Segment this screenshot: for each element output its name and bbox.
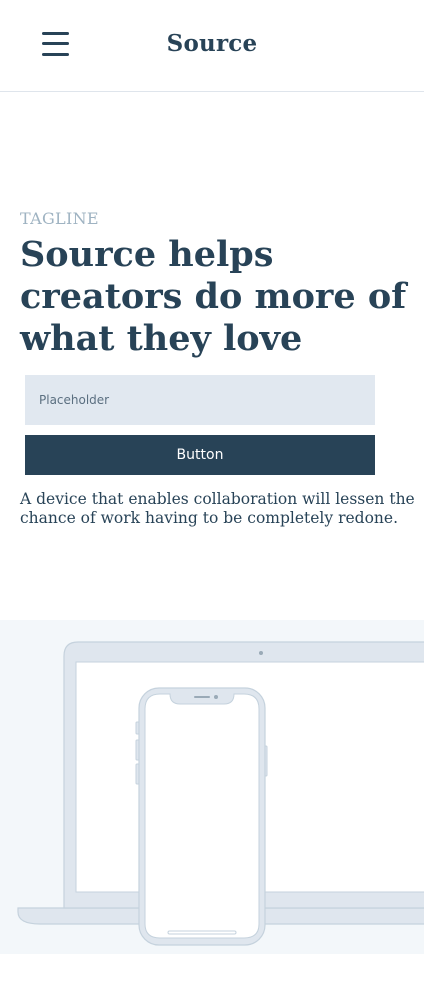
hero-tagline: TAGLINE	[20, 209, 99, 228]
devices-illustration	[0, 620, 424, 954]
hero-description: A device that enables collaboration will…	[20, 490, 415, 527]
brand-logo-text[interactable]: Source	[0, 30, 424, 57]
devices-illustration-svg	[17, 641, 424, 946]
phone-screen	[144, 693, 260, 939]
laptop-camera-icon	[259, 651, 263, 655]
signup-input[interactable]	[25, 375, 375, 425]
phone-home-indicator	[167, 930, 237, 935]
phone-camera-icon	[214, 695, 218, 699]
top-bar: Source	[0, 0, 424, 92]
primary-cta-button[interactable]: Button	[25, 435, 375, 475]
hero-title: Source helps creators do more of what th…	[20, 234, 407, 359]
phone-speaker	[194, 696, 210, 698]
